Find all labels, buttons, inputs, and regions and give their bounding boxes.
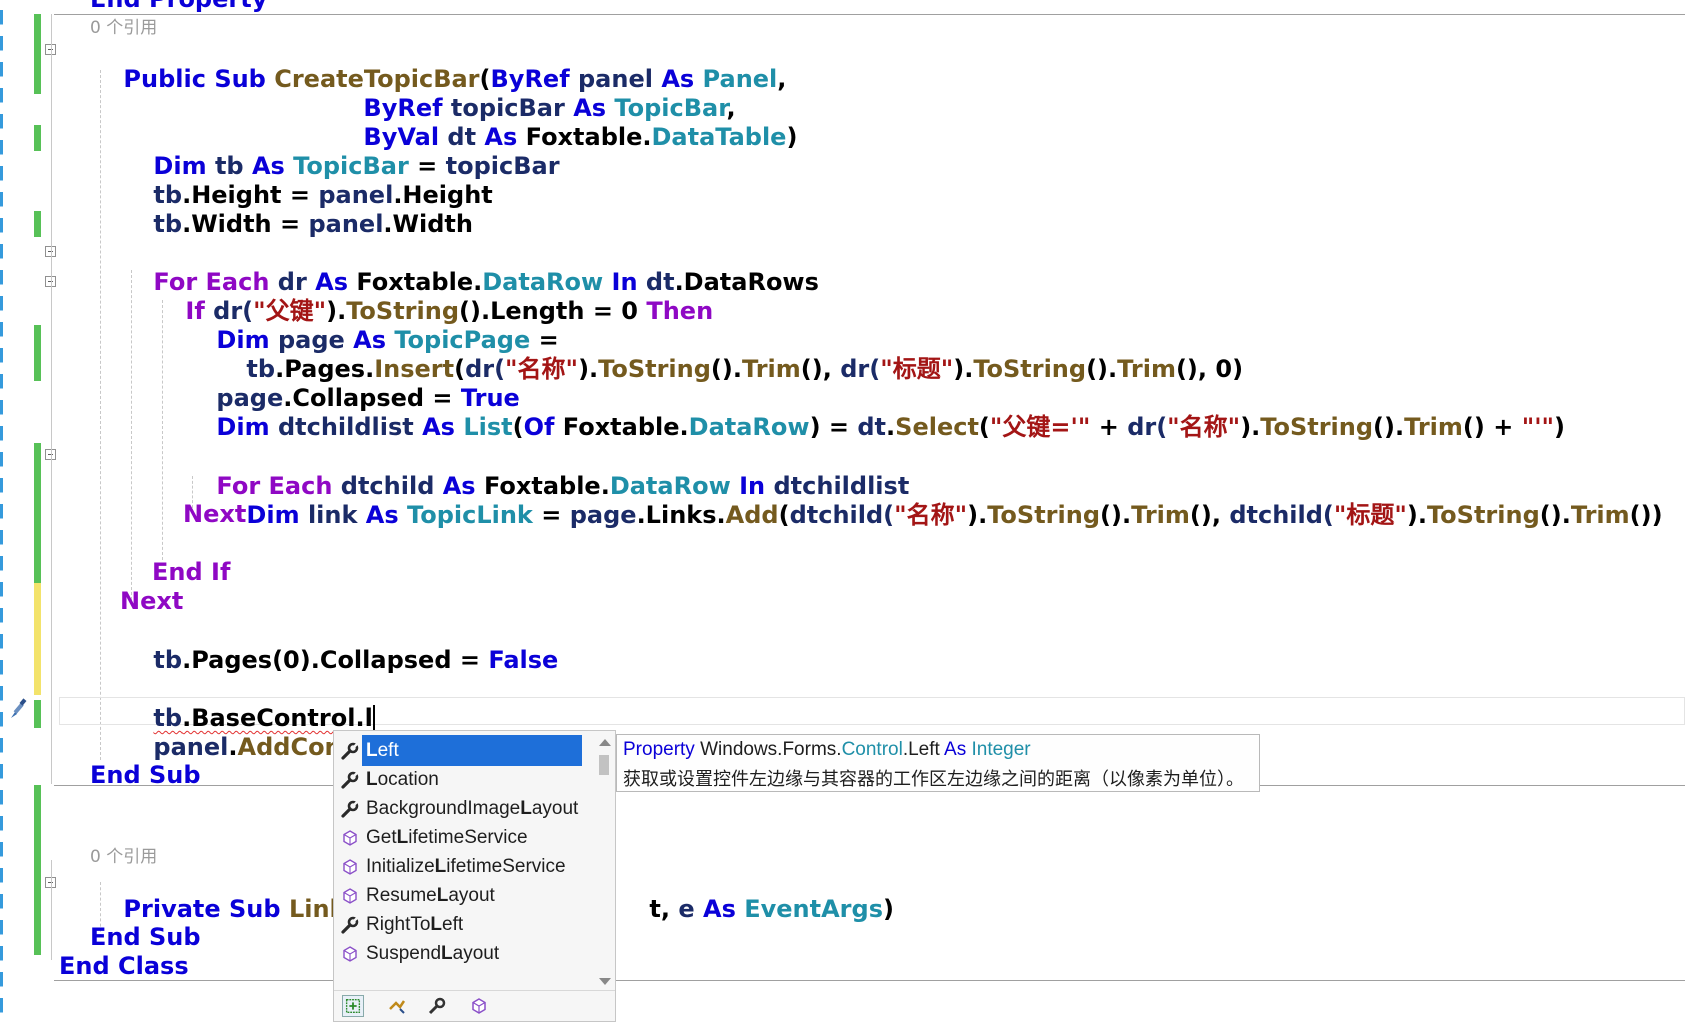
code-line[interactable]: For Each dr As Foxtable.DataRow In dt.Da… bbox=[120, 237, 818, 296]
completion-item-label: RightToLeft bbox=[366, 914, 464, 935]
property-filter-icon[interactable] bbox=[426, 995, 448, 1017]
event-filter-icon[interactable] bbox=[386, 995, 408, 1017]
scroll-up-icon[interactable] bbox=[599, 739, 611, 746]
method-cube-icon bbox=[343, 888, 357, 904]
method-cube-icon bbox=[343, 946, 357, 962]
code-line[interactable]: Public Sub CreateTopicBar(ByRef panel As… bbox=[90, 34, 786, 93]
completion-scrollbar[interactable] bbox=[595, 731, 613, 993]
completion-item[interactable]: ResumeLayout bbox=[334, 880, 588, 911]
outline-line bbox=[51, 860, 52, 960]
change-bar bbox=[34, 211, 41, 237]
property-wrench-icon bbox=[341, 916, 359, 934]
code-line-current[interactable]: tb.BaseControl.l bbox=[120, 673, 375, 732]
completion-item[interactable]: RightToLeft bbox=[334, 909, 588, 940]
change-bar bbox=[34, 785, 41, 955]
code-line[interactable]: page.Collapsed = True bbox=[183, 353, 519, 412]
code-line[interactable]: panel.AddContr bbox=[120, 702, 365, 761]
code-line[interactable]: ByRef topicBar As TopicBar, bbox=[330, 63, 735, 122]
code-line[interactable]: End Class bbox=[59, 951, 189, 981]
method-separator bbox=[54, 980, 1685, 981]
property-wrench-icon bbox=[341, 800, 359, 818]
code-line[interactable]: Next bbox=[183, 499, 246, 529]
code-line[interactable]: For Each dtchild As Foxtable.DataRow In … bbox=[183, 441, 909, 500]
scroll-thumb[interactable] bbox=[599, 755, 609, 775]
completion-filter-bar bbox=[334, 990, 615, 1021]
code-editor[interactable]: End Property 0 个引用 Public Sub CreateTopi… bbox=[0, 0, 1685, 1022]
completion-item[interactable]: Left bbox=[334, 735, 588, 766]
code-line[interactable]: Dim link As TopicLink = page.Links.Add(d… bbox=[213, 470, 1662, 529]
completion-item[interactable]: Location bbox=[334, 764, 588, 795]
property-wrench-icon bbox=[341, 742, 359, 760]
completion-item-label: BackgroundImageLayout bbox=[366, 798, 579, 819]
change-bar bbox=[34, 700, 41, 728]
completion-item[interactable]: BackgroundImageLayout bbox=[334, 793, 588, 824]
unsaved-bar bbox=[34, 583, 41, 695]
completion-item-label: Left bbox=[362, 735, 582, 766]
completion-item-label: ResumeLayout bbox=[366, 885, 495, 906]
quick-info-tooltip: Property Windows.Forms.Control.Left As I… bbox=[616, 734, 1260, 792]
code-line[interactable]: ByVal dt As Foxtable.DataTable) bbox=[330, 92, 797, 151]
completion-list[interactable]: Left Location BackgroundImageLayout GetLife… bbox=[333, 730, 616, 1022]
change-bar bbox=[34, 325, 41, 381]
code-line[interactable]: End Sub bbox=[90, 922, 201, 952]
text-caret bbox=[372, 705, 375, 731]
change-bar bbox=[34, 14, 41, 94]
completion-item-label: SuspendLayout bbox=[366, 943, 500, 964]
change-bar bbox=[34, 443, 41, 583]
code-line[interactable]: tb.Pages.Insert(dr("名称").ToString().Trim… bbox=[213, 324, 1243, 383]
code-line[interactable]: tb.Height = panel.Height bbox=[120, 150, 492, 209]
outline-line bbox=[51, 14, 52, 784]
tooltip-signature: Property Windows.Forms.Control.Left As I… bbox=[623, 739, 1031, 760]
code-line[interactable]: Dim tb As TopicBar = topicBar bbox=[120, 121, 559, 180]
scroll-down-icon[interactable] bbox=[599, 978, 611, 985]
code-line[interactable]: Dim page As TopicPage = bbox=[183, 295, 558, 354]
add-filter-icon[interactable] bbox=[342, 995, 364, 1017]
code-line[interactable]: If dr("父键").ToString().Length = 0 Then bbox=[152, 266, 713, 325]
method-cube-icon bbox=[343, 830, 357, 846]
code-line[interactable]: t, e As EventArgs) bbox=[616, 864, 894, 923]
code-line[interactable]: Next bbox=[120, 586, 183, 616]
change-bar bbox=[34, 125, 41, 151]
indent-guide bbox=[100, 70, 101, 760]
code-line[interactable]: tb.Width = panel.Width bbox=[120, 179, 473, 238]
completion-item-label: Location bbox=[366, 769, 439, 790]
code-line[interactable]: Dim dtchildlist As List(Of Foxtable.Data… bbox=[183, 382, 1565, 441]
code-line[interactable]: tb.Pages(0).Collapsed = False bbox=[120, 615, 558, 674]
code-line[interactable]: End Sub bbox=[90, 760, 201, 790]
code-line[interactable]: End Property bbox=[90, 0, 267, 14]
method-cube-icon bbox=[343, 859, 357, 875]
method-filter-icon[interactable] bbox=[468, 995, 490, 1017]
code-line[interactable]: End If bbox=[152, 557, 230, 587]
gutter-margin bbox=[0, 0, 8, 1022]
completion-item-label: GetLifetimeService bbox=[366, 827, 528, 848]
completion-item-label: InitializeLifetimeService bbox=[366, 856, 566, 877]
completion-item[interactable]: GetLifetimeService bbox=[334, 822, 588, 853]
method-separator bbox=[54, 14, 1685, 15]
quick-action-brush-icon[interactable] bbox=[8, 698, 28, 720]
property-wrench-icon bbox=[341, 771, 359, 789]
completion-item[interactable]: SuspendLayout bbox=[334, 938, 588, 969]
tooltip-description: 获取或设置控件左边缘与其容器的工作区左边缘之间的距离（以像素为单位）。 bbox=[623, 769, 1244, 790]
completion-item[interactable]: InitializeLifetimeService bbox=[334, 851, 588, 882]
